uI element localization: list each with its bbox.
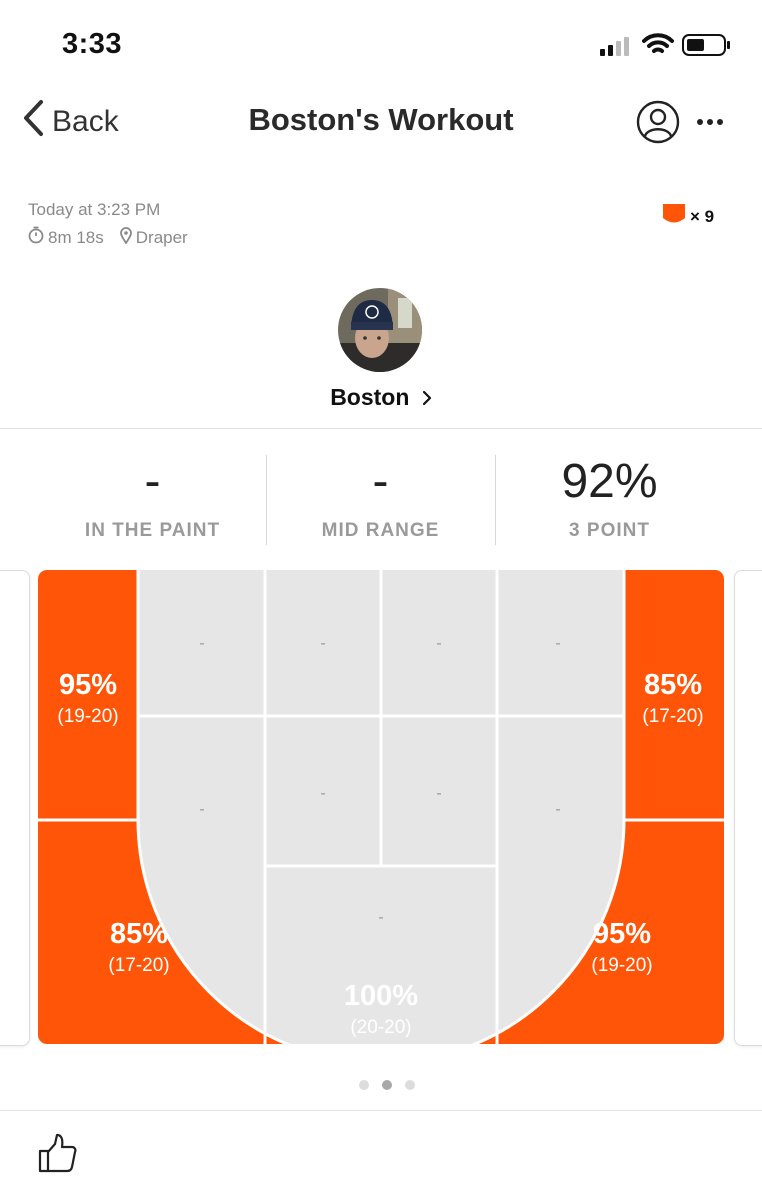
page-dot[interactable] — [405, 1080, 415, 1090]
zone-left-wing[interactable]: 85% (17-20) — [108, 918, 169, 976]
section-divider — [0, 428, 762, 429]
previous-card[interactable] — [0, 570, 30, 1046]
stat-3-point: 92% 3 POINT — [495, 450, 724, 542]
zone-empty-label: - — [199, 801, 204, 818]
shield-badge-icon — [662, 202, 686, 231]
badge-count-label: × 9 — [690, 206, 715, 226]
avatar[interactable] — [338, 288, 422, 372]
battery-icon — [682, 33, 732, 62]
workout-location: Draper — [135, 227, 188, 247]
zone-made: (17-20) — [108, 955, 169, 976]
zone-empty-label: - — [320, 785, 325, 802]
wifi-icon — [642, 32, 674, 61]
player-name: Boston — [330, 384, 410, 410]
footer-divider — [0, 1110, 762, 1111]
workout-date: Today at 3:23 PM — [28, 200, 161, 219]
zone-empty-label: - — [555, 635, 560, 652]
zone-top-key[interactable]: 100% (20-20) — [344, 980, 418, 1038]
workout-duration: 8m 18s — [48, 227, 104, 247]
profile-icon[interactable] — [636, 100, 680, 149]
more-icon[interactable] — [696, 112, 726, 137]
zone-made: (19-20) — [57, 706, 118, 727]
zone-percent: 95% — [593, 918, 651, 950]
zone-empty-label: - — [436, 785, 441, 802]
zone-left-corner[interactable]: 95% (19-20) — [57, 669, 118, 727]
player-link[interactable]: Boston — [0, 384, 762, 412]
shot-chart[interactable]: - - - - - - - - - 95% (19-20) 85% (17-20… — [38, 570, 724, 1049]
zone-empty-label: - — [320, 635, 325, 652]
page-dot[interactable] — [359, 1080, 369, 1090]
page-indicator — [359, 1080, 415, 1090]
zone-right-corner[interactable]: 85% (17-20) — [642, 669, 703, 727]
zone-empty-label: - — [436, 635, 441, 652]
workout-meta: 8m 18s Draper — [28, 226, 188, 249]
stat-label: IN THE PAINT — [84, 520, 221, 541]
zone-percent: 85% — [110, 918, 168, 950]
stat-value: 92% — [561, 455, 658, 508]
stat-label: MID RANGE — [321, 520, 440, 541]
stat-label: 3 POINT — [569, 520, 650, 541]
zone-made: (17-20) — [642, 706, 703, 727]
location-pin-icon — [119, 226, 132, 249]
zone-empty-label: - — [378, 909, 383, 926]
zone-empty-label: - — [555, 801, 560, 818]
status-time: 3:33 — [62, 28, 123, 60]
stat-in-the-paint: - IN THE PAINT — [38, 450, 267, 542]
next-card[interactable] — [734, 570, 762, 1046]
zone-empty-label: - — [199, 635, 204, 652]
zone-percent: 85% — [644, 669, 702, 701]
badge-count: × 9 — [662, 202, 714, 231]
chevron-right-icon — [422, 385, 432, 412]
zone-made: (19-20) — [591, 955, 652, 976]
stat-value: - — [144, 455, 161, 508]
zone-right-wing[interactable]: 95% (19-20) — [591, 918, 652, 976]
thumbs-up-icon[interactable] — [36, 1132, 78, 1179]
zone-made: (20-20) — [350, 1017, 411, 1038]
zone-percent: 100% — [344, 980, 418, 1012]
signal-icon — [600, 36, 634, 61]
page-dot-active[interactable] — [382, 1080, 392, 1090]
stopwatch-icon — [28, 226, 44, 249]
zone-percent: 95% — [59, 669, 117, 701]
stat-value: - — [372, 455, 389, 508]
stat-mid-range: - MID RANGE — [266, 450, 495, 542]
